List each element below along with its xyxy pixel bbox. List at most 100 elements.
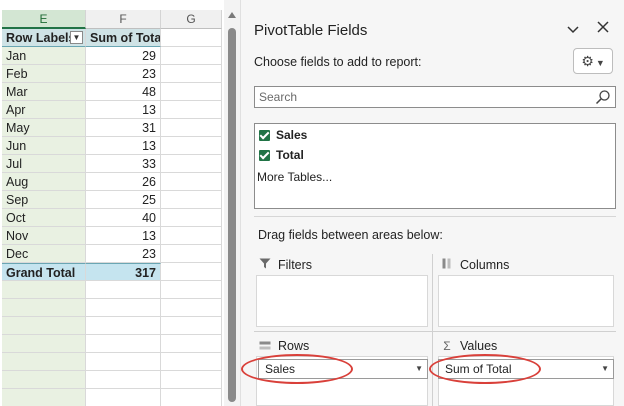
table-row-label[interactable]: Nov <box>2 227 86 245</box>
field-list: Sales Total More Tables... <box>254 123 616 209</box>
cell-g-blank[interactable] <box>161 137 222 155</box>
table-row-label[interactable]: Dec <box>2 245 86 263</box>
empty-cell[interactable] <box>2 317 86 335</box>
more-tables-link[interactable]: More Tables... <box>257 170 332 184</box>
close-icon[interactable] <box>597 20 609 38</box>
table-row-label[interactable]: Mar <box>2 83 86 101</box>
filter-icon <box>258 258 272 272</box>
table-row-value[interactable]: 13 <box>86 137 161 155</box>
table-row-value[interactable]: 48 <box>86 83 161 101</box>
empty-cell[interactable] <box>2 371 86 389</box>
cell-g-blank[interactable] <box>161 101 222 119</box>
cell-g-blank[interactable] <box>161 47 222 65</box>
scroll-up-icon[interactable] <box>228 12 236 18</box>
table-row-value[interactable]: 13 <box>86 227 161 245</box>
values-label: Values <box>460 339 498 353</box>
table-row-label[interactable]: May <box>2 119 86 137</box>
empty-cell[interactable] <box>161 389 222 406</box>
field-item-total[interactable]: Total <box>259 147 304 163</box>
chevron-down-icon[interactable]: ▼ <box>415 360 423 378</box>
table-row-label[interactable]: Jun <box>2 137 86 155</box>
table-row-value[interactable]: 25 <box>86 191 161 209</box>
empty-cell[interactable] <box>86 317 161 335</box>
cell-g-blank[interactable] <box>161 263 222 281</box>
pane-title: PivotTable Fields <box>254 22 368 39</box>
table-row-value[interactable]: 26 <box>86 173 161 191</box>
empty-cell[interactable] <box>86 335 161 353</box>
pivot-row-labels-header[interactable]: Row Labels ▼ <box>2 29 86 47</box>
row-labels-text: Row Labels <box>6 31 76 45</box>
empty-cell[interactable] <box>86 389 161 406</box>
areas-divider-horizontal <box>254 331 616 332</box>
cell-g-blank[interactable] <box>161 245 222 263</box>
divider <box>254 216 616 217</box>
table-row-label[interactable]: Apr <box>2 101 86 119</box>
chevron-down-icon[interactable]: ▼ <box>601 360 609 378</box>
table-row-label[interactable]: Oct <box>2 209 86 227</box>
pivot-sum-header[interactable]: Sum of Total <box>86 29 161 47</box>
cell-g-blank[interactable] <box>161 83 222 101</box>
empty-cell[interactable] <box>161 317 222 335</box>
vertical-scrollbar[interactable] <box>224 0 240 406</box>
cell-g-blank[interactable] <box>161 29 222 47</box>
table-row-value[interactable]: 13 <box>86 101 161 119</box>
search-field[interactable] <box>254 86 616 108</box>
checkbox-checked[interactable] <box>259 129 270 141</box>
checkbox-checked[interactable] <box>259 149 270 161</box>
cell-g-blank[interactable] <box>161 65 222 83</box>
empty-cell[interactable] <box>2 353 86 371</box>
empty-cell[interactable] <box>161 371 222 389</box>
rows-area-header: Rows <box>258 337 309 355</box>
table-row-value[interactable]: 23 <box>86 65 161 83</box>
table-row-value[interactable]: 29 <box>86 47 161 65</box>
grand-total-label[interactable]: Grand Total <box>2 263 86 281</box>
search-icon[interactable] <box>595 89 611 105</box>
table-row-label[interactable]: Sep <box>2 191 86 209</box>
choose-fields-label: Choose fields to add to report: <box>254 55 422 69</box>
cell-g-blank[interactable] <box>161 209 222 227</box>
cell-g-blank[interactable] <box>161 155 222 173</box>
tools-button[interactable]: ⚙ ▼ <box>573 48 613 74</box>
values-area-header: Σ Values <box>440 337 497 355</box>
empty-cell[interactable] <box>86 371 161 389</box>
empty-cell[interactable] <box>161 299 222 317</box>
filters-drop-zone[interactable] <box>256 275 428 327</box>
columns-label: Columns <box>460 258 510 272</box>
column-header-g[interactable]: G <box>161 10 222 29</box>
cell-g-blank[interactable] <box>161 227 222 245</box>
columns-drop-zone[interactable] <box>438 275 614 327</box>
chevron-down-icon[interactable] <box>567 22 579 37</box>
column-header-e[interactable]: E <box>2 10 86 29</box>
empty-cell[interactable] <box>161 281 222 299</box>
rows-label: Rows <box>278 339 310 353</box>
spreadsheet-grid[interactable]: E F G Row Labels ▼ Sum of Total Jan 29 Feb… <box>0 0 224 406</box>
filter-dropdown-icon[interactable]: ▼ <box>70 31 83 44</box>
table-row-value[interactable]: 40 <box>86 209 161 227</box>
column-header-f[interactable]: F <box>86 10 161 29</box>
table-row-label[interactable]: Feb <box>2 65 86 83</box>
empty-cell[interactable] <box>86 281 161 299</box>
field-item-sales[interactable]: Sales <box>259 127 307 143</box>
empty-cell[interactable] <box>2 335 86 353</box>
empty-cell[interactable] <box>2 281 86 299</box>
table-row-value[interactable]: 33 <box>86 155 161 173</box>
table-row-value[interactable]: 23 <box>86 245 161 263</box>
table-row-label[interactable]: Jul <box>2 155 86 173</box>
table-row-label[interactable]: Jan <box>2 47 86 65</box>
empty-cell[interactable] <box>2 389 86 406</box>
cell-g-blank[interactable] <box>161 119 222 137</box>
annotation-circle <box>241 354 353 384</box>
scroll-thumb[interactable] <box>228 28 236 402</box>
empty-cell[interactable] <box>161 353 222 371</box>
search-input[interactable] <box>259 89 589 105</box>
empty-cell[interactable] <box>161 335 222 353</box>
cell-g-blank[interactable] <box>161 191 222 209</box>
empty-cell[interactable] <box>2 299 86 317</box>
empty-cell[interactable] <box>86 353 161 371</box>
sigma-icon: Σ <box>443 339 451 353</box>
table-row-value[interactable]: 31 <box>86 119 161 137</box>
grand-total-value[interactable]: 317 <box>86 263 161 281</box>
empty-cell[interactable] <box>86 299 161 317</box>
cell-g-blank[interactable] <box>161 173 222 191</box>
table-row-label[interactable]: Aug <box>2 173 86 191</box>
